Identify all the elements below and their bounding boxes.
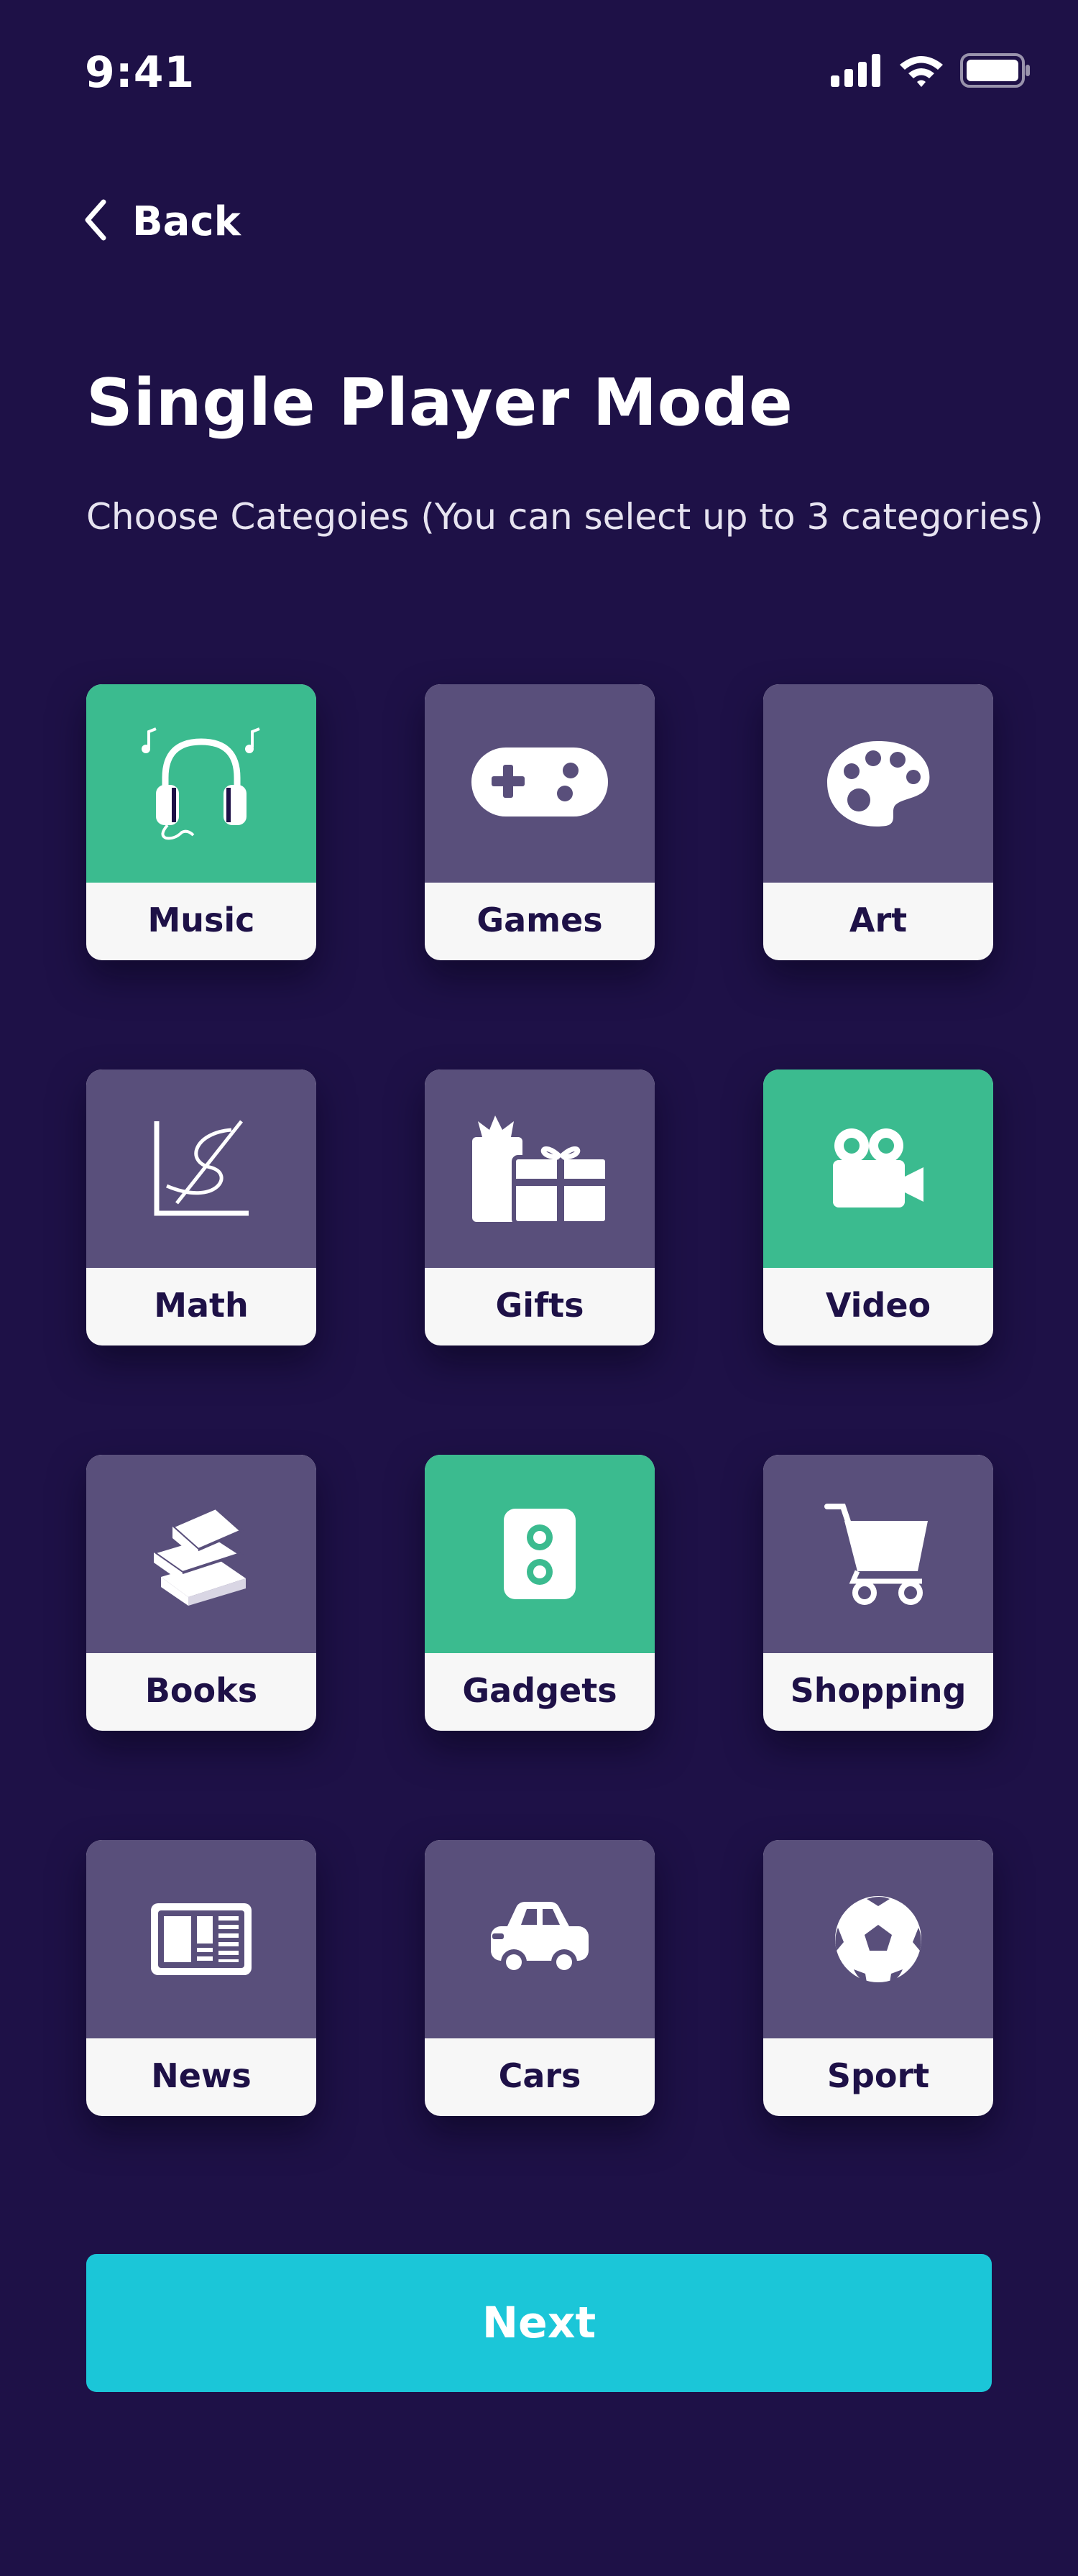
card-image bbox=[425, 1840, 655, 2038]
signal-icon bbox=[831, 54, 883, 90]
card-label: Art bbox=[849, 901, 908, 939]
category-card-music[interactable]: Music bbox=[86, 684, 316, 960]
page-title: Single Player Mode bbox=[86, 365, 793, 441]
soccer-ball-icon bbox=[834, 1895, 923, 1984]
card-image bbox=[86, 684, 316, 883]
wifi-icon bbox=[898, 53, 944, 91]
category-grid: Music Games Art Math Gifts Video Books G… bbox=[86, 684, 993, 2116]
category-card-news[interactable]: News bbox=[86, 1840, 316, 2116]
battery-icon bbox=[960, 53, 1031, 91]
category-card-art[interactable]: Art bbox=[763, 684, 993, 960]
category-card-sport[interactable]: Sport bbox=[763, 1840, 993, 2116]
chevron-left-icon bbox=[83, 199, 108, 244]
page-subtitle: Choose Categoies (You can select up to 3… bbox=[86, 496, 1044, 538]
gift-icon bbox=[469, 1113, 610, 1225]
palette-icon bbox=[824, 738, 932, 829]
back-label: Back bbox=[132, 198, 241, 245]
card-label: Shopping bbox=[790, 1671, 967, 1710]
category-card-cars[interactable]: Cars bbox=[425, 1840, 655, 2116]
card-image bbox=[86, 1455, 316, 1653]
card-label: Gifts bbox=[495, 1286, 584, 1325]
speaker-icon bbox=[504, 1509, 576, 1599]
video-camera-icon bbox=[831, 1127, 925, 1210]
card-label: Sport bbox=[826, 2056, 930, 2095]
card-image bbox=[425, 684, 655, 883]
newspaper-icon bbox=[151, 1903, 252, 1975]
card-label: News bbox=[151, 2056, 252, 2095]
back-button[interactable]: Back bbox=[83, 193, 241, 250]
category-card-games[interactable]: Games bbox=[425, 684, 655, 960]
headphones-icon bbox=[140, 726, 262, 841]
status-icons bbox=[831, 53, 1031, 91]
card-image bbox=[763, 1070, 993, 1268]
category-card-gadgets[interactable]: Gadgets bbox=[425, 1455, 655, 1731]
status-time: 9:41 bbox=[85, 47, 195, 98]
card-label: Math bbox=[154, 1286, 249, 1325]
card-image bbox=[425, 1070, 655, 1268]
category-card-math[interactable]: Math bbox=[86, 1070, 316, 1346]
books-icon bbox=[151, 1502, 252, 1606]
category-card-gifts[interactable]: Gifts bbox=[425, 1070, 655, 1346]
card-image bbox=[763, 684, 993, 883]
card-label: Music bbox=[147, 901, 255, 939]
card-image bbox=[86, 1070, 316, 1268]
card-image bbox=[763, 1840, 993, 2038]
card-label: Gadgets bbox=[462, 1671, 617, 1710]
category-card-video[interactable]: Video bbox=[763, 1070, 993, 1346]
card-label: Cars bbox=[498, 2056, 581, 2095]
screen: 9:41 Back Single Player Mode Choose Cate… bbox=[0, 0, 1078, 2576]
card-image bbox=[763, 1455, 993, 1653]
card-image bbox=[86, 1840, 316, 2038]
next-button[interactable]: Next bbox=[86, 2254, 992, 2392]
status-bar: 9:41 bbox=[0, 0, 1078, 129]
cart-icon bbox=[824, 1502, 932, 1606]
gamepad-icon bbox=[471, 748, 608, 819]
graph-icon bbox=[151, 1118, 252, 1219]
category-card-books[interactable]: Books bbox=[86, 1455, 316, 1731]
car-icon bbox=[489, 1900, 590, 1978]
card-label: Books bbox=[144, 1671, 258, 1710]
category-card-shopping[interactable]: Shopping bbox=[763, 1455, 993, 1731]
card-image bbox=[425, 1455, 655, 1653]
card-label: Games bbox=[476, 901, 603, 939]
card-label: Video bbox=[825, 1286, 931, 1325]
